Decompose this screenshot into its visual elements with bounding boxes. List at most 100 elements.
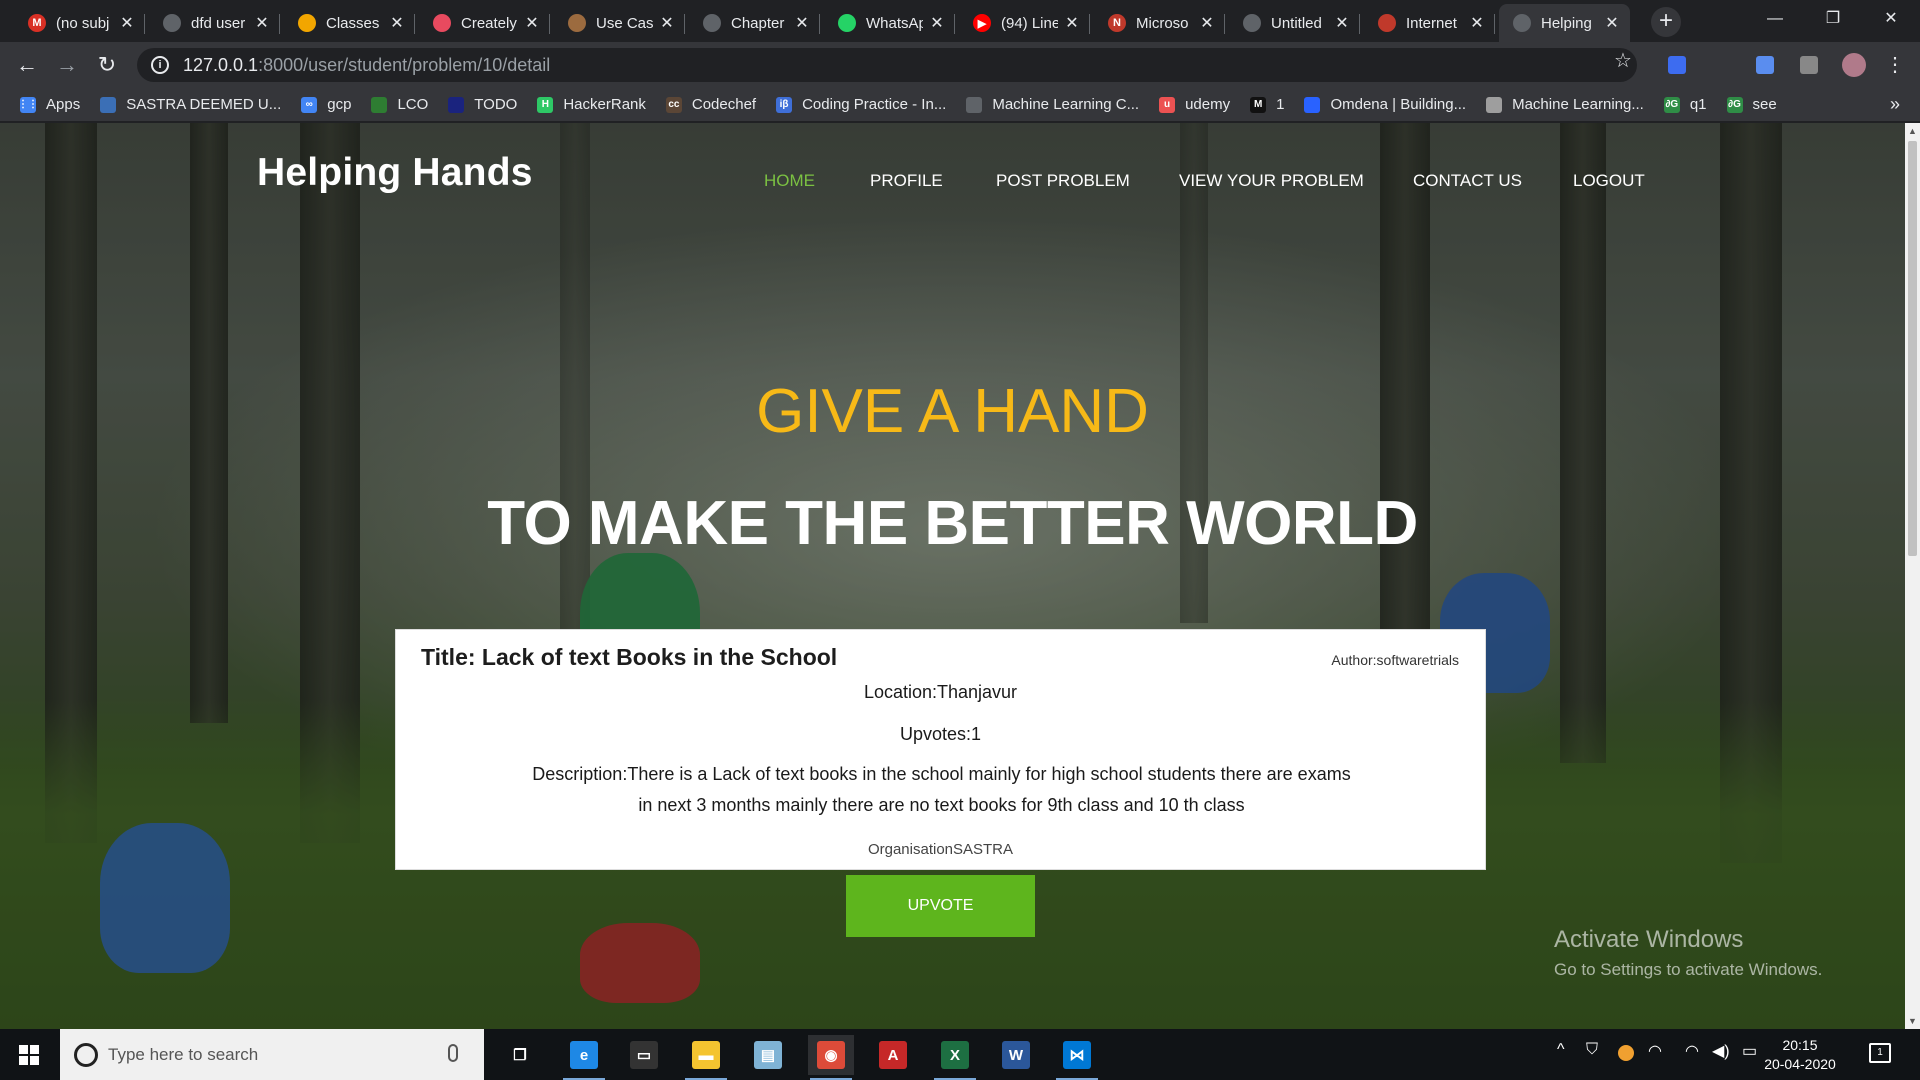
bookmark-item[interactable]: TODO [448, 96, 517, 113]
close-tab-icon[interactable]: ✕ [1334, 13, 1350, 33]
windows-taskbar: Type here to search ❐ e ▭ ▬ ▤ ◉ A X W ⋈ ^ ⛉ ◠ ◠ ◀… [0, 1029, 1920, 1080]
taskbar-app-button[interactable]: W [993, 1035, 1039, 1075]
bookmark-item[interactable]: M1 [1250, 96, 1284, 113]
back-button[interactable]: ← [12, 50, 42, 80]
nav-logout[interactable]: LOGOUT [1573, 171, 1645, 191]
scroll-down-arrow-icon[interactable]: ▼ [1908, 1016, 1917, 1026]
media-controls-icon[interactable] [1800, 56, 1818, 74]
profile-avatar[interactable] [1842, 53, 1866, 77]
tab-separator [144, 14, 145, 34]
upvote-button[interactable]: UPVOTE [846, 875, 1035, 937]
close-tab-icon[interactable]: ✕ [1199, 13, 1215, 33]
taskbar-app-button[interactable]: e [561, 1035, 607, 1080]
bookmark-item[interactable]: ⋮⋮ Apps [18, 96, 81, 113]
forward-button[interactable]: → [52, 50, 82, 80]
page-scrollbar[interactable]: ▲ ▼ [1905, 123, 1920, 1029]
tab-1[interactable]: M (no subj ✕ [14, 4, 145, 42]
bookmark-star-icon[interactable]: ☆ [1614, 48, 1632, 73]
tab-10[interactable]: Untitled ✕ [1229, 4, 1360, 42]
action-center-icon[interactable]: 1 [1869, 1043, 1891, 1063]
bookmark-item[interactable]: u udemy [1159, 96, 1230, 113]
site-info-icon[interactable]: i [151, 56, 169, 74]
battery-icon[interactable]: ▭ [1742, 1041, 1757, 1061]
gcp-icon: ∞ [301, 96, 318, 113]
bookmark-label: Apps [46, 96, 81, 113]
bookmark-item[interactable]: iβ Coding Practice - In... [776, 96, 946, 113]
site-brand[interactable]: Helping Hands [257, 151, 533, 195]
security-shield-icon[interactable]: ⛉ [1586, 1041, 1598, 1059]
bookmark-label: q1 [1689, 96, 1707, 113]
scroll-up-arrow-icon[interactable]: ▲ [1908, 126, 1917, 136]
tab-5[interactable]: Use Case ✕ [554, 4, 685, 42]
bookmark-item[interactable]: Machine Learning... [1486, 96, 1644, 113]
tab-12[interactable]: Helping ✕ [1499, 4, 1630, 42]
taskbar-app-button[interactable]: ▤ [745, 1035, 791, 1075]
close-tab-icon[interactable]: ✕ [1469, 13, 1485, 33]
globe-icon [1513, 14, 1531, 32]
bookmark-item[interactable]: ∂G see [1726, 96, 1777, 113]
nav-home[interactable]: HOME [764, 171, 815, 191]
nav-view-your-problem[interactable]: VIEW YOUR PROBLEM [1179, 171, 1364, 191]
taskbar-app-button[interactable]: A [870, 1035, 916, 1075]
volume-icon[interactable]: ◀) [1712, 1041, 1730, 1061]
bookmark-item[interactable]: LCO [371, 96, 428, 113]
browser-toolbar: ← → ↻ i 127.0.0.1:8000/user/student/prob… [0, 42, 1920, 88]
tab-7[interactable]: WhatsAp ✕ [824, 4, 955, 42]
nav-post-problem[interactable]: POST PROBLEM [996, 171, 1130, 191]
tab-9[interactable]: N Microso ✕ [1094, 4, 1225, 42]
extension-icon[interactable] [1668, 56, 1686, 74]
taskbar-app-button[interactable]: ⋈ [1054, 1035, 1100, 1080]
bookmarks-overflow-button[interactable]: » [1890, 94, 1900, 115]
close-tab-icon[interactable]: ✕ [1064, 13, 1080, 33]
maximize-button[interactable]: ❐ [1805, 0, 1861, 40]
bookmark-item[interactable]: SASTRA DEEMED U... [100, 96, 281, 113]
close-window-button[interactable]: ✕ [1863, 0, 1919, 40]
tab-2[interactable]: dfd user ✕ [149, 4, 280, 42]
taskbar-app-button[interactable]: ▭ [621, 1035, 667, 1075]
browser-menu-button[interactable]: ⋮ [1880, 50, 1910, 80]
close-tab-icon[interactable]: ✕ [119, 13, 135, 33]
tab-3[interactable]: Classes ✕ [284, 4, 415, 42]
bookmark-item[interactable]: Omdena | Building... [1304, 96, 1466, 113]
taskbar-app-button[interactable]: ❐ [497, 1035, 543, 1075]
extension-icon[interactable] [1756, 56, 1774, 74]
minimize-button[interactable]: — [1747, 0, 1803, 40]
close-tab-icon[interactable]: ✕ [929, 13, 945, 33]
tab-separator [954, 14, 955, 34]
taskbar-search-box[interactable]: Type here to search [60, 1029, 484, 1080]
tray-overflow-icon[interactable]: ^ [1557, 1041, 1565, 1059]
codechef-icon: cc [665, 96, 682, 113]
reload-button[interactable]: ↻ [92, 50, 122, 80]
bookmark-item[interactable]: H HackerRank [537, 96, 646, 113]
taskbar-app-button[interactable]: X [932, 1035, 978, 1080]
tab-8[interactable]: ▶ (94) Line ✕ [959, 4, 1090, 42]
close-tab-icon[interactable]: ✕ [794, 13, 810, 33]
taskbar-app-button[interactable]: ◉ [808, 1035, 854, 1080]
close-tab-icon[interactable]: ✕ [1604, 13, 1620, 33]
network-icon[interactable]: ◠ [1648, 1041, 1662, 1061]
bookmark-item[interactable]: cc Codechef [665, 96, 756, 113]
bookmark-item[interactable]: ∞ gcp [301, 96, 351, 113]
tab-4[interactable]: Creately ✕ [419, 4, 550, 42]
tab-11[interactable]: Internet ✕ [1364, 4, 1495, 42]
close-tab-icon[interactable]: ✕ [389, 13, 405, 33]
taskbar-clock[interactable]: 20:15 20-04-2020 [1760, 1036, 1840, 1074]
scrollbar-thumb[interactable] [1908, 141, 1917, 556]
microphone-icon[interactable] [448, 1044, 458, 1062]
address-bar[interactable]: i 127.0.0.1:8000/user/student/problem/10… [137, 48, 1637, 82]
nav-profile[interactable]: PROFILE [870, 171, 943, 191]
close-tab-icon[interactable]: ✕ [524, 13, 540, 33]
bookmark-item[interactable]: Machine Learning C... [966, 96, 1139, 113]
bookmark-item[interactable]: ∂G q1 [1663, 96, 1707, 113]
close-tab-icon[interactable]: ✕ [659, 13, 675, 33]
wifi-icon[interactable]: ◠ [1685, 1041, 1699, 1061]
tray-app-icon[interactable] [1618, 1045, 1634, 1061]
tab-6[interactable]: Chapter ✕ [689, 4, 820, 42]
nav-contact-us[interactable]: CONTACT US [1413, 171, 1522, 191]
bookmark-label: see [1752, 96, 1777, 113]
new-tab-button[interactable]: + [1651, 7, 1681, 37]
taskbar-app-button[interactable]: ▬ [683, 1035, 729, 1080]
edge-icon: e [570, 1041, 598, 1069]
close-tab-icon[interactable]: ✕ [254, 13, 270, 33]
start-button[interactable] [0, 1029, 60, 1080]
